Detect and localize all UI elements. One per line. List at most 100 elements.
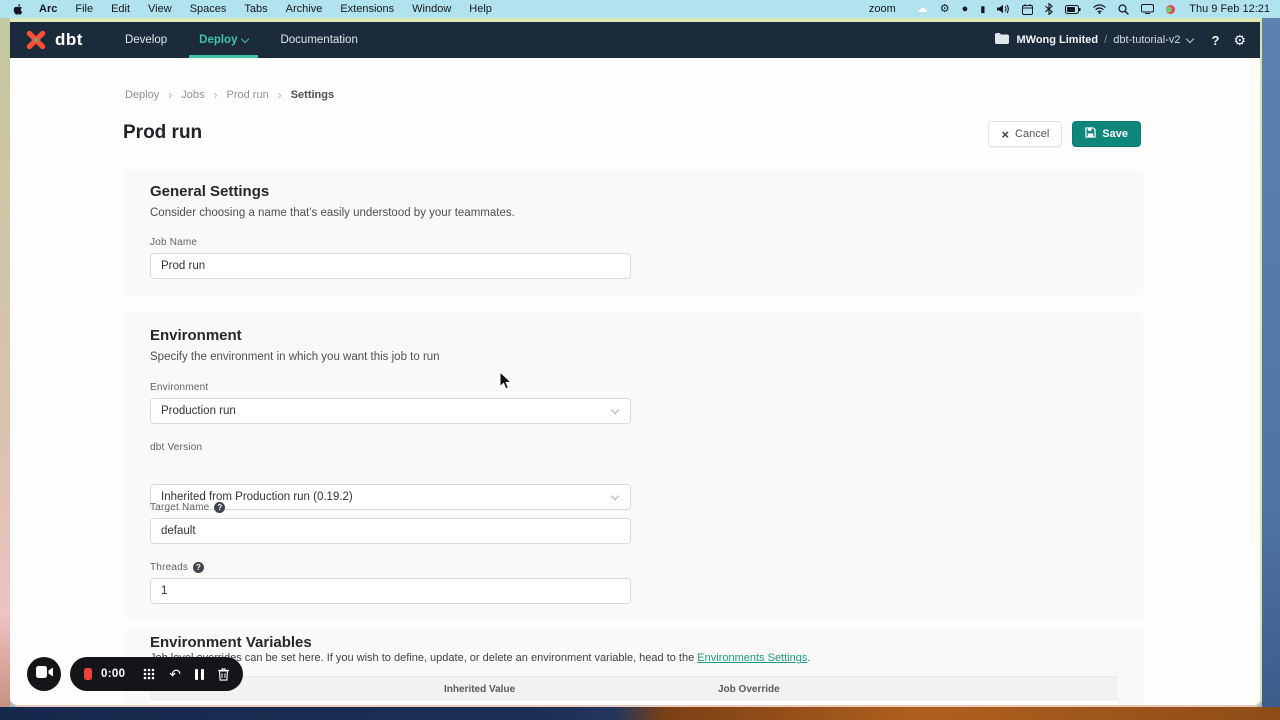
environment-title: Environment: [150, 327, 242, 344]
threads-input[interactable]: [150, 578, 631, 604]
breadcrumb-deploy[interactable]: Deploy: [125, 89, 159, 101]
settings-gear-icon[interactable]: ⚙: [1233, 32, 1246, 49]
cancel-button[interactable]: × Cancel: [988, 121, 1062, 147]
desktop-wallpaper-bottom: [0, 707, 1280, 720]
display-icon[interactable]: [1141, 4, 1154, 14]
menubar-item-archive[interactable]: Archive: [277, 0, 332, 18]
calendar-icon[interactable]: [1022, 4, 1033, 15]
menubar-item-extensions[interactable]: Extensions: [331, 0, 403, 18]
breadcrumb: Deploy › Jobs › Prod run › Settings: [125, 88, 334, 102]
account-separator: /: [1104, 34, 1107, 46]
chevron-down-icon: [241, 34, 249, 42]
apple-menu-icon[interactable]: [13, 3, 30, 16]
video-camera-icon: [36, 665, 53, 683]
environments-settings-link[interactable]: Environments Settings: [697, 652, 807, 664]
menubar-item-spaces[interactable]: Spaces: [181, 0, 236, 18]
save-floppy-icon: [1085, 127, 1096, 141]
page-content: Deploy › Jobs › Prod run › Settings Prod…: [10, 58, 1260, 705]
menubar-item-view[interactable]: View: [139, 0, 181, 18]
macos-menubar: Arc File Edit View Spaces Tabs Archive E…: [0, 0, 1280, 18]
pause-icon[interactable]: [195, 669, 204, 680]
menubar-item-file[interactable]: File: [66, 0, 102, 18]
menubar-item-help[interactable]: Help: [460, 0, 501, 18]
dbt-logo[interactable]: dbt: [24, 28, 83, 52]
dbt-version-label: dbt Version: [150, 442, 202, 453]
chevron-down-icon: [611, 491, 619, 499]
browser-window: dbt Develop Deploy Documentation MWong L…: [10, 18, 1262, 707]
nav-documentation[interactable]: Documentation: [264, 22, 373, 58]
trash-icon[interactable]: [218, 668, 229, 681]
general-settings-card: General Settings Consider choosing a nam…: [125, 170, 1143, 295]
general-settings-subtitle: Consider choosing a name that’s easily u…: [150, 207, 515, 219]
help-button[interactable]: ?: [1211, 33, 1219, 48]
clock-icon[interactable]: ●: [962, 0, 969, 18]
recorder-camera-button[interactable]: [27, 657, 61, 691]
environment-select-label: Environment: [150, 382, 208, 393]
desktop-wallpaper-left: [0, 18, 10, 720]
nav-develop[interactable]: Develop: [109, 22, 183, 58]
env-vars-table-header: Inherited Value Job Override: [150, 676, 1118, 700]
wifi-icon[interactable]: [1093, 4, 1106, 14]
env-vars-table-row: [150, 701, 1118, 707]
breadcrumb-separator: ›: [278, 88, 282, 102]
dbt-logo-icon: [24, 28, 48, 52]
menubar-item-window[interactable]: Window: [403, 0, 460, 18]
target-name-label: Target Name ?: [150, 502, 225, 513]
help-icon[interactable]: ?: [193, 562, 204, 573]
dbt-app-header: dbt Develop Deploy Documentation MWong L…: [10, 22, 1260, 58]
chevron-down-icon: [611, 405, 619, 413]
column-header-job-override: Job Override: [718, 677, 780, 701]
save-button[interactable]: Save: [1072, 121, 1141, 147]
gear-icon[interactable]: ⚙: [940, 0, 950, 18]
job-name-input[interactable]: [150, 253, 631, 279]
stop-recording-button[interactable]: [84, 668, 92, 680]
page-title: Prod run: [123, 122, 202, 144]
column-header-inherited-value: Inherited Value: [444, 677, 515, 701]
menubar-item-arc[interactable]: Arc: [30, 0, 66, 18]
bluetooth-icon[interactable]: [1045, 3, 1053, 15]
help-icon[interactable]: ?: [214, 502, 225, 513]
breadcrumb-separator: ›: [168, 88, 172, 102]
breadcrumb-prod-run[interactable]: Prod run: [227, 89, 269, 101]
menubar-clock[interactable]: Thu 9 Feb 12:21: [1181, 3, 1270, 15]
account-name[interactable]: MWong Limited: [1016, 34, 1098, 46]
chevron-down-icon[interactable]: [1186, 34, 1194, 42]
threads-label: Threads ?: [150, 562, 204, 573]
undo-icon[interactable]: ↶: [169, 667, 181, 681]
environment-card: Environment Specify the environment in w…: [125, 312, 1143, 618]
close-icon: ×: [1001, 128, 1009, 141]
nav-deploy[interactable]: Deploy: [183, 22, 264, 58]
menubar-status-area: zoom ☁ ⚙ ● ▮ Thu 9 Feb 12:21: [860, 0, 1280, 18]
breadcrumb-settings: Settings: [291, 89, 334, 101]
app-icon[interactable]: ▮: [980, 0, 985, 18]
header-account-area: MWong Limited / dbt-tutorial-v2 ? ⚙: [995, 32, 1246, 49]
target-name-input[interactable]: [150, 518, 631, 544]
breadcrumb-separator: ›: [214, 88, 218, 102]
battery-icon[interactable]: [1065, 5, 1081, 14]
environment-variables-card: Environment Variables Job level override…: [125, 630, 1143, 707]
general-settings-title: General Settings: [150, 183, 269, 200]
grid-dots-icon[interactable]: [143, 668, 155, 680]
dbt-logo-text: dbt: [55, 30, 83, 50]
screen-recording-icon[interactable]: [1166, 5, 1175, 14]
menubar-item-tabs[interactable]: Tabs: [235, 0, 276, 18]
environment-variables-title: Environment Variables: [150, 634, 312, 651]
menubar-item-edit[interactable]: Edit: [102, 0, 139, 18]
menubar-item-zoom[interactable]: zoom: [860, 0, 905, 18]
environment-variables-description: Job level overrides can be set here. If …: [150, 652, 810, 664]
menubar-left: Arc File Edit View Spaces Tabs Archive E…: [0, 0, 501, 18]
environment-select[interactable]: Production run: [150, 398, 631, 424]
environment-subtitle: Specify the environment in which you wan…: [150, 351, 440, 363]
recording-timer: 0:00: [101, 668, 125, 680]
desktop-wallpaper-right: [1262, 18, 1280, 720]
volume-icon[interactable]: [997, 4, 1010, 14]
breadcrumb-jobs[interactable]: Jobs: [181, 89, 204, 101]
page-actions: × Cancel Save: [988, 121, 1141, 147]
main-nav: Develop Deploy Documentation: [109, 22, 374, 58]
folder-icon: [995, 33, 1009, 47]
search-icon[interactable]: [1118, 4, 1129, 15]
cloud-icon[interactable]: ☁: [917, 0, 928, 18]
project-selector[interactable]: dbt-tutorial-v2: [1113, 34, 1180, 46]
recorder-toolbar: 0:00 ↶: [70, 657, 243, 691]
job-name-label: Job Name: [150, 237, 197, 248]
